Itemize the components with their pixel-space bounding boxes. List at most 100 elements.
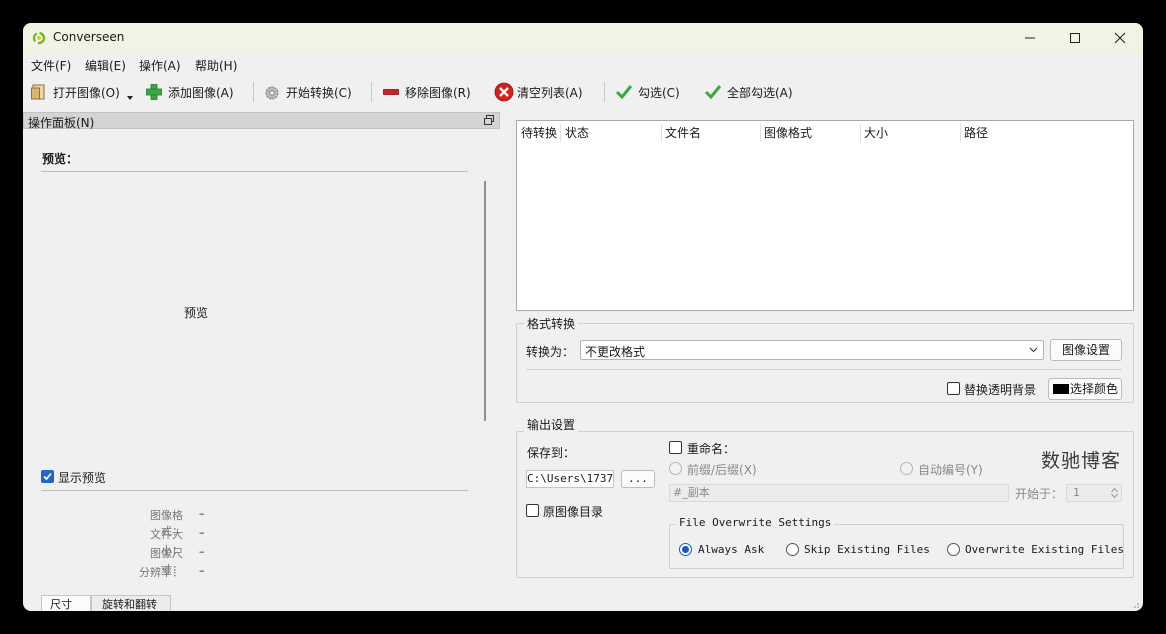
divider: [526, 369, 1122, 370]
dropdown-arrow-icon[interactable]: [127, 96, 133, 100]
save-to-label: 保存到：: [527, 446, 576, 460]
open-images-button[interactable]: 打开图像(O): [30, 80, 120, 104]
choose-color-button[interactable]: 选择颜色: [1048, 378, 1122, 400]
col-size[interactable]: 大小: [860, 121, 888, 145]
title-bar: Converseen: [23, 23, 1143, 53]
start-convert-button[interactable]: 开始转换(C): [263, 80, 352, 104]
color-swatch: [1053, 384, 1069, 394]
maximize-button[interactable]: [1052, 23, 1098, 53]
rename-label: 重命名：: [687, 442, 736, 456]
menu-help[interactable]: 帮助(H): [195, 57, 237, 74]
check-all-button[interactable]: 全部勾选(A): [704, 80, 793, 104]
tab-rotate-flip-label: 旋转和翻转: [102, 598, 157, 611]
info-format-value: –: [199, 507, 205, 520]
prefix-suffix-radio[interactable]: [669, 462, 682, 475]
suffix-value: #_副本: [673, 486, 710, 499]
toolbar-separator: [253, 82, 254, 102]
choose-color-label: 选择颜色: [1070, 382, 1119, 396]
skip-existing-label: Skip Existing Files: [804, 543, 930, 556]
browse-label: ...: [628, 472, 648, 485]
open-file-icon: [31, 84, 45, 100]
toolbar: 打开图像(O) 添加图像(A) 开始转换(C) 移除图像(R) 清空列表(A) …: [23, 76, 1143, 108]
spin-arrows-icon: [1111, 487, 1118, 499]
resize-grip-icon[interactable]: [1130, 599, 1140, 609]
save-path-input[interactable]: C:\Users\17371: [526, 470, 614, 488]
replace-bg-checkbox[interactable]: [947, 382, 960, 395]
add-images-button[interactable]: 添加图像(A): [145, 80, 234, 104]
convert-to-select[interactable]: 不更改格式: [580, 340, 1044, 360]
rename-checkbox[interactable]: [669, 441, 682, 454]
info-dimensions-value: –: [199, 545, 205, 558]
convert-to-value: 不更改格式: [585, 345, 646, 359]
overwrite-existing-label: Overwrite Existing Files: [965, 543, 1124, 556]
watermark-text: 数驰博客: [1041, 450, 1122, 472]
toolbar-separator: [604, 82, 605, 102]
gear-icon: [265, 86, 279, 100]
col-status[interactable]: 状态: [561, 121, 589, 145]
minus-icon: [383, 89, 399, 95]
preview-header: 预览：: [42, 152, 79, 166]
menu-edit[interactable]: 编辑(E): [85, 57, 126, 74]
show-preview-label: 显示预览: [58, 471, 107, 485]
dock-title-bar[interactable]: 操作面板(N): [23, 112, 500, 130]
float-window-icon[interactable]: [483, 114, 495, 126]
image-list-table[interactable]: 待转换 状态 文件名 图像格式 大小 路径: [516, 120, 1134, 311]
auto-number-radio[interactable]: [900, 462, 913, 475]
suffix-input[interactable]: #_副本: [669, 484, 1009, 502]
check-all-label: 全部勾选(A): [727, 85, 793, 100]
app-window: Converseen 文件(F) 编辑(E) 操作(A) 帮助(H) 打开图像(…: [23, 23, 1143, 611]
output-group-title: 输出设置: [524, 416, 579, 433]
overwrite-existing-radio[interactable]: [947, 543, 960, 556]
check-button[interactable]: 勾选(C): [615, 80, 680, 104]
menu-bar: 文件(F) 编辑(E) 操作(A) 帮助(H): [23, 53, 1143, 75]
format-group-title: 格式转换: [524, 315, 579, 332]
clear-list-label: 清空列表(A): [517, 85, 583, 100]
format-group: [516, 323, 1134, 403]
minimize-icon: [1025, 37, 1035, 39]
menu-actions[interactable]: 操作(A): [139, 57, 181, 74]
start-at-label: 开始于：: [1015, 487, 1064, 501]
info-size-value: –: [199, 526, 205, 539]
save-path-value: C:\Users\17371: [527, 472, 614, 485]
col-pending[interactable]: 待转换: [517, 121, 557, 145]
start-convert-label: 开始转换(C): [286, 85, 352, 100]
col-path[interactable]: 路径: [960, 121, 988, 145]
clear-x-icon: [494, 82, 514, 102]
checkmark-icon: [615, 85, 633, 100]
tab-rotate-flip[interactable]: 旋转和翻转: [91, 595, 171, 611]
overwrite-group-title: File Overwrite Settings: [676, 516, 835, 529]
skip-existing-radio[interactable]: [786, 543, 799, 556]
add-plus-icon: [146, 84, 162, 100]
auto-number-label: 自动编号(Y): [918, 463, 983, 477]
remove-image-button[interactable]: 移除图像(R): [382, 80, 471, 104]
clear-list-button[interactable]: 清空列表(A): [494, 80, 583, 104]
toolbar-separator: [371, 82, 372, 102]
show-preview-checkbox[interactable]: [41, 470, 54, 483]
tab-size[interactable]: 尺寸: [41, 595, 91, 611]
panel-scrollbar[interactable]: [484, 181, 486, 421]
col-filename[interactable]: 文件名: [661, 121, 701, 145]
replace-bg-label: 替换透明背景: [964, 383, 1037, 397]
col-format[interactable]: 图像格式: [760, 121, 812, 145]
operations-panel: 预览： 预览 显示预览 图像格式： – 文件大小： – 图像尺寸： – 分辨率：…: [23, 129, 500, 611]
start-at-spinbox[interactable]: 1: [1066, 484, 1122, 502]
window-title: Converseen: [53, 30, 125, 44]
browse-button[interactable]: ...: [621, 470, 655, 488]
remove-image-label: 移除图像(R): [405, 85, 471, 100]
minimize-button[interactable]: [1007, 23, 1053, 53]
chevron-down-icon: [1029, 347, 1038, 353]
image-settings-button[interactable]: 图像设置: [1050, 339, 1122, 361]
add-images-label: 添加图像(A): [168, 85, 234, 100]
open-images-label: 打开图像(O): [53, 85, 120, 100]
tab-size-label: 尺寸: [50, 598, 72, 611]
start-at-value: 1: [1073, 486, 1080, 499]
original-dir-checkbox[interactable]: [526, 504, 539, 517]
always-ask-radio[interactable]: [679, 543, 692, 556]
maximize-icon: [1070, 33, 1080, 43]
preview-placeholder: 预览: [184, 306, 209, 320]
close-button[interactable]: [1097, 23, 1143, 53]
menu-file[interactable]: 文件(F): [31, 57, 71, 74]
image-settings-label: 图像设置: [1061, 343, 1110, 357]
divider: [41, 490, 468, 491]
checkmark-icon: [704, 85, 722, 100]
